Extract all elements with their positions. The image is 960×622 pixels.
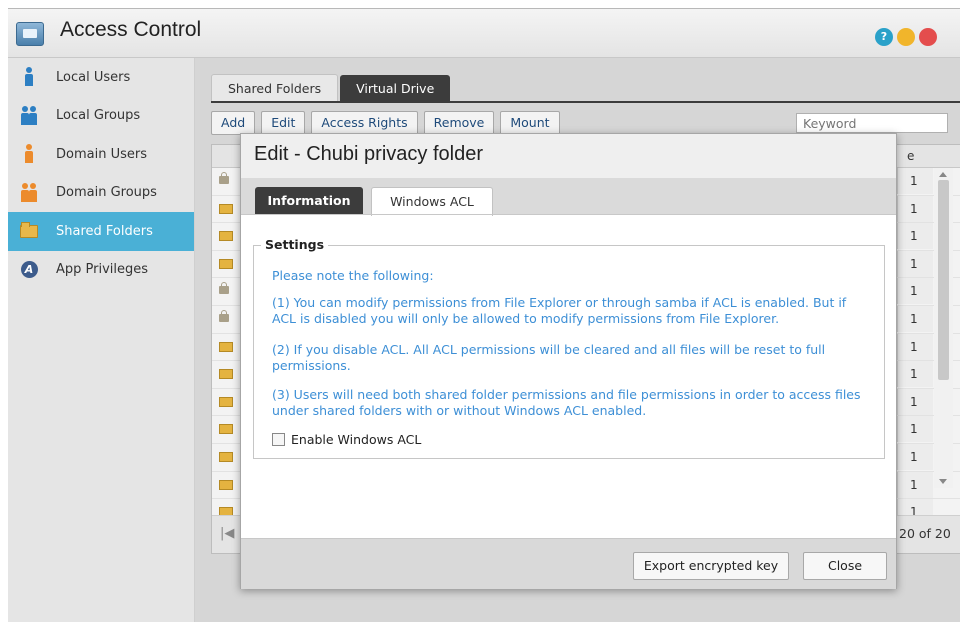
sidebar-item-domain-users[interactable]: Domain Users (8, 135, 194, 174)
tab-virtual-drive[interactable]: Virtual Drive (340, 75, 451, 102)
table-cell: 1 (897, 223, 933, 250)
folder-icon (219, 341, 233, 352)
folder-icon (219, 369, 233, 380)
toolbar: Add Edit Access Rights Remove Mount (211, 111, 566, 135)
help-button[interactable]: ? (875, 28, 893, 46)
first-page-icon[interactable]: |◀ (220, 526, 234, 541)
dialog-tabs: Information Windows ACL (241, 178, 896, 216)
note-text: Please note the following: (272, 268, 434, 283)
table-cell: 1 (897, 305, 933, 332)
sidebar-item-domain-groups[interactable]: Domain Groups (8, 174, 194, 213)
table-cell: 1 (897, 195, 933, 222)
folder-icon (219, 479, 233, 490)
sidebar-item-label: Domain Groups (56, 185, 157, 201)
app-privileges-icon: A (20, 259, 38, 281)
keyword-search-input[interactable] (796, 113, 948, 133)
add-button[interactable]: Add (211, 111, 256, 135)
grid-column-header[interactable]: e (907, 149, 914, 163)
table-cell: 1 (897, 416, 933, 443)
folder-icon (219, 203, 233, 214)
table-cell: 1 (897, 471, 933, 498)
close-window-button[interactable] (919, 28, 937, 46)
enable-windows-acl-label[interactable]: Enable Windows ACL (291, 432, 421, 447)
domain-group-icon (20, 182, 38, 204)
lock-icon (219, 172, 229, 184)
access-rights-button[interactable]: Access Rights (311, 111, 418, 135)
scroll-thumb[interactable] (938, 180, 949, 380)
group-icon (20, 105, 38, 127)
sidebar: Local Users Local Groups Domain Users Do… (8, 58, 195, 622)
folder-icon (219, 396, 233, 407)
app-title: Access Control (60, 18, 202, 41)
lock-icon (219, 309, 229, 322)
sidebar-item-label: Local Groups (56, 108, 141, 124)
dialog-tab-divider (241, 214, 896, 215)
user-icon (20, 66, 38, 88)
scroll-up-arrow-icon[interactable] (939, 172, 947, 177)
folder-icon (219, 231, 233, 242)
sidebar-item-local-groups[interactable]: Local Groups (8, 97, 194, 136)
acl-note-1: (1) You can modify permissions from File… (272, 295, 847, 326)
enable-windows-acl-checkbox[interactable] (272, 433, 285, 446)
sidebar-item-label: App Privileges (56, 262, 149, 278)
folder-icon (219, 258, 233, 269)
sidebar-item-shared-folders[interactable]: Shared Folders (8, 212, 194, 251)
settings-fieldset: Settings Please note the following: (1) … (253, 237, 885, 459)
edit-button[interactable]: Edit (261, 111, 306, 135)
tab-windows-acl[interactable]: Windows ACL (371, 187, 493, 216)
folder-icon (219, 451, 233, 462)
minimize-button[interactable] (897, 28, 915, 46)
folder-icon (219, 424, 233, 435)
page-count: 20 of 20 (899, 526, 951, 541)
sidebar-item-label: Shared Folders (56, 223, 153, 239)
sidebar-item-local-users[interactable]: Local Users (8, 58, 194, 97)
table-cell: 1 (897, 278, 933, 305)
lock-icon (219, 282, 229, 295)
table-cell: 1 (897, 333, 933, 360)
dialog-title: Edit - Chubi privacy folder (254, 143, 483, 165)
enable-acl-row[interactable]: Enable Windows ACL (272, 432, 421, 447)
settings-legend: Settings (261, 237, 329, 252)
folder-icon (20, 220, 38, 242)
sidebar-item-app-privileges[interactable]: A App Privileges (8, 251, 194, 290)
table-cell: 1 (897, 168, 933, 194)
table-cell: 1 (897, 250, 933, 277)
grid-scrollbar[interactable] (934, 168, 953, 488)
edit-dialog: Edit - Chubi privacy folder Information … (240, 133, 897, 589)
close-button[interactable]: Close (803, 552, 887, 580)
export-encrypted-key-button[interactable]: Export encrypted key (633, 552, 789, 580)
remove-button[interactable]: Remove (423, 111, 495, 135)
scroll-down-arrow-icon[interactable] (939, 479, 947, 484)
sidebar-item-label: Domain Users (56, 146, 147, 162)
access-control-app-icon (16, 22, 44, 46)
mount-button[interactable]: Mount (500, 111, 560, 135)
main-tabs: Shared Folders Virtual Drive (211, 74, 452, 102)
tab-information[interactable]: Information (255, 187, 363, 215)
tab-underline (211, 101, 960, 103)
table-cell: 1 (897, 388, 933, 415)
table-cell: 1 (897, 443, 933, 470)
title-bar: Access Control ? (8, 9, 960, 58)
acl-note-2: (2) If you disable ACL. All ACL permissi… (272, 342, 826, 373)
sidebar-item-label: Local Users (56, 69, 131, 85)
table-cell: 1 (897, 361, 933, 388)
tab-shared-folders[interactable]: Shared Folders (211, 74, 339, 102)
domain-user-icon (20, 143, 38, 165)
acl-note-3: (3) Users will need both shared folder p… (272, 387, 861, 418)
dialog-title-bar: Edit - Chubi privacy folder (241, 134, 896, 178)
dialog-footer: Export encrypted key Close (241, 538, 896, 589)
